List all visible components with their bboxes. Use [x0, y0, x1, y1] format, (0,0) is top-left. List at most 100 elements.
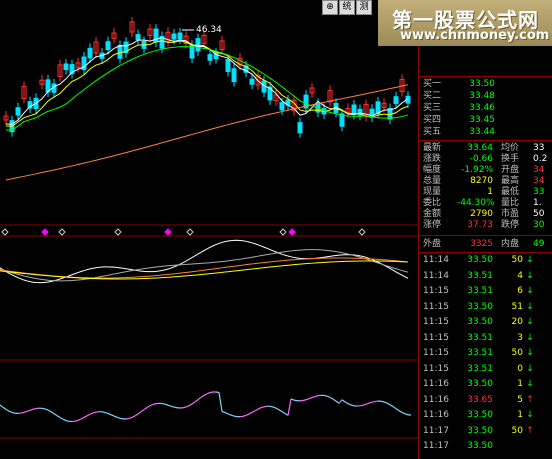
orderbook-price: 33.48 — [469, 91, 495, 101]
oscillator-segment — [74, 419, 79, 422]
trade-volume: 51 — [511, 301, 523, 312]
candle-body — [225, 58, 231, 73]
candle-body — [63, 63, 69, 71]
oscillator-segment — [347, 403, 352, 406]
trade-price: 33.50 — [467, 410, 493, 420]
orderbook-buy-row: 买四 33.45 — [421, 115, 552, 126]
orderbook-buy-row: 买五 33.44 — [421, 127, 552, 138]
oscillator-segment — [242, 414, 247, 417]
oscillator-segment — [173, 406, 178, 409]
oscillator-segment — [146, 405, 151, 409]
trade-volume: 50 — [511, 348, 523, 358]
oscillator-segment — [293, 399, 298, 402]
stat-label: 涨跌 — [423, 154, 442, 164]
stat-value: 37.73 — [467, 220, 493, 230]
oscillator-segment — [257, 407, 262, 410]
chart-area[interactable]: 46.34 — [0, 0, 418, 459]
oscillator-segment — [230, 414, 235, 417]
oscillator-segment — [272, 406, 277, 409]
orderbook-label: 买二 — [423, 91, 442, 101]
oscillator-segment — [248, 411, 253, 415]
crosshair-button[interactable]: ⊕ — [322, 0, 338, 15]
signal-marker — [41, 228, 49, 236]
divider — [419, 235, 552, 236]
trade-price: 33.50 — [467, 255, 493, 265]
trade-volume: 5 — [517, 394, 523, 405]
oscillator-segment — [380, 400, 385, 403]
oscillator-segment — [143, 407, 148, 411]
oscillator-segment — [227, 413, 232, 416]
oscillator-segment — [194, 399, 199, 403]
candle-body — [351, 104, 357, 115]
oscillator-segment — [77, 418, 82, 421]
oscillator-segment — [275, 407, 280, 411]
stats-row: 总量 8270 最高 34 — [421, 176, 552, 187]
oscillator-segment — [335, 400, 340, 404]
oscillator-segment — [41, 407, 46, 410]
oscillator-segment — [131, 415, 136, 418]
kline-chart[interactable]: 46.34 — [0, 0, 418, 459]
oscillator-segment — [254, 408, 259, 412]
oscillator-segment — [221, 410, 226, 414]
oscillator-segment — [191, 401, 196, 405]
trade-time: 11:14 — [423, 255, 449, 265]
oscillator-segment — [119, 417, 124, 420]
trade-price: 33.50 — [467, 441, 493, 451]
trade-time: 11:15 — [423, 317, 449, 327]
trade-price: 33.51 — [467, 270, 493, 281]
trade-price: 33.50 — [467, 301, 493, 312]
oscillator-segment — [116, 416, 121, 419]
signal-marker — [279, 228, 287, 236]
oscillator-segment — [383, 401, 388, 404]
orderbook-label: 买一 — [423, 79, 442, 89]
oscillator-segment — [101, 411, 106, 413]
stats-row: 涨停 37.73 跌停 30 — [421, 220, 552, 231]
stat-value: 34 — [533, 176, 545, 186]
orderbook-price: 33.46 — [469, 103, 495, 113]
trade-time: 11:17 — [423, 441, 449, 451]
oscillator-segment — [386, 402, 391, 406]
outer-value: 3325 — [470, 239, 493, 249]
inout-row: 外盘 3325 内盘 49 — [421, 239, 552, 250]
oscillator-segment — [200, 394, 205, 398]
trade-time: 11:14 — [423, 270, 449, 281]
stat-value: 1. — [533, 198, 542, 208]
oscillator-segment — [167, 404, 172, 407]
measure-button[interactable]: 测 — [356, 0, 372, 15]
oscillator-segment — [350, 404, 355, 407]
outer-label: 外盘 — [423, 239, 442, 249]
stats-button[interactable]: 统 — [339, 0, 355, 15]
stats-row: 涨跌 -0.66 换手 0.2 — [421, 154, 552, 165]
stats-row: 最新 33.64 均价 33 — [421, 143, 552, 154]
oscillator-segment — [110, 414, 115, 417]
stat-label: 涨停 — [423, 220, 442, 230]
stat-value: 2790 — [470, 209, 493, 219]
trade-time: 11:17 — [423, 425, 449, 436]
stat-value: -44.30% — [457, 198, 495, 208]
oscillator-segment — [224, 412, 229, 415]
oscillator-segment — [137, 411, 142, 415]
oscillator-segment — [197, 396, 202, 401]
trade-row: 11:15 33.51 50 ↓ — [421, 348, 552, 359]
candle-body — [177, 32, 183, 40]
oscillator-segment — [185, 405, 190, 408]
oscillator-segment — [359, 404, 364, 407]
stats-row: 现量 1 最低 33 — [421, 187, 552, 198]
trade-row: 11:17 33.50 50 ↑ — [421, 426, 552, 437]
oscillator-segment — [251, 410, 256, 413]
stat-value: 33 — [533, 143, 545, 153]
oscillator-segment — [23, 410, 28, 413]
stats-row: 幅度 -1.92% 开盘 34 — [421, 165, 552, 176]
trade-price: 33.50 — [467, 317, 493, 327]
oscillator-segment — [89, 412, 94, 415]
stat-label: 量比 — [501, 198, 520, 208]
oscillator-segment — [278, 409, 283, 413]
quote-panel: 卖二33.65卖一33.64买一33.50买二33.48买三33.46买四33.… — [418, 0, 552, 459]
oscillator-segment — [395, 408, 400, 412]
trade-price: 33.51 — [467, 332, 493, 343]
stat-label: 最新 — [423, 143, 442, 153]
down-arrow-icon: ↓ — [526, 317, 534, 327]
stat-value: -1.92% — [461, 165, 493, 175]
ma-long-line — [5, 84, 409, 181]
oscillator-segment — [164, 403, 169, 406]
